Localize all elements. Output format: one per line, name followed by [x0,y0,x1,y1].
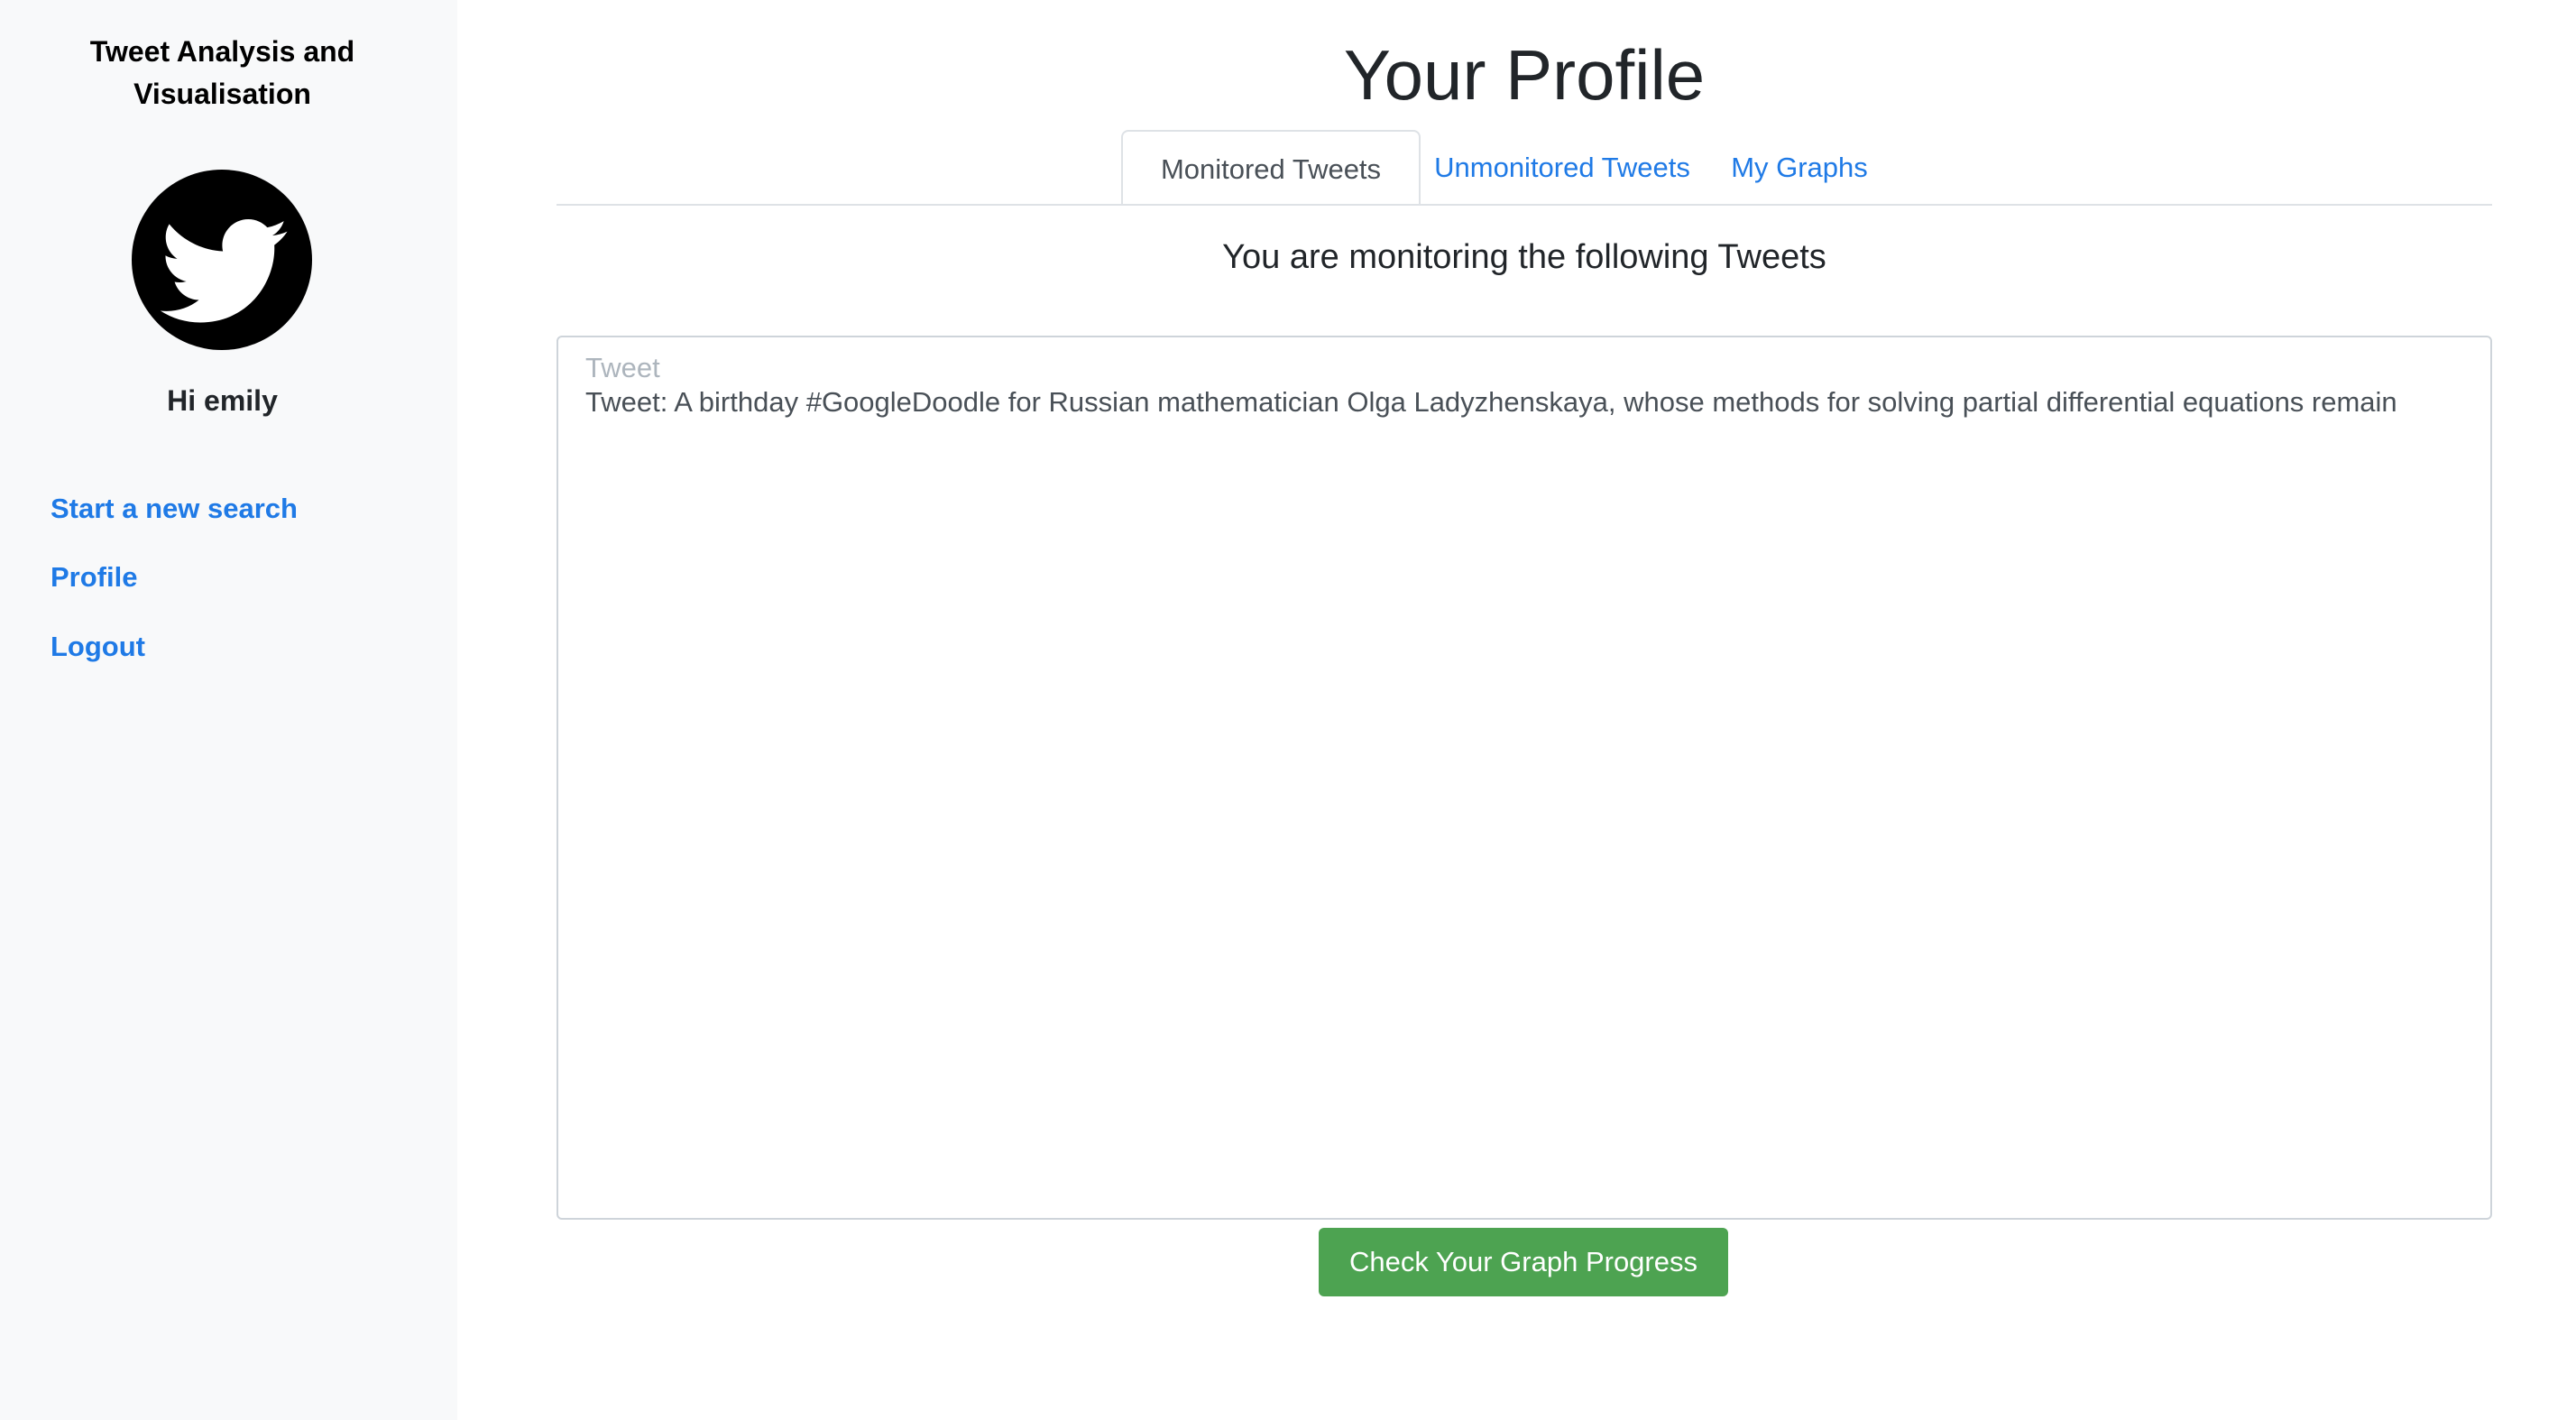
twitter-bird-icon [160,219,288,323]
main-content: Your Profile Monitored Tweets Unmonitore… [557,0,2492,1420]
check-graph-progress-button[interactable]: Check Your Graph Progress [1319,1228,1728,1296]
page-title: Your Profile [1343,35,1706,115]
sidebar: Tweet Analysis and Visualisation Hi emil… [0,0,457,1420]
tab-unmonitored-tweets[interactable]: Unmonitored Tweets [1421,130,1704,206]
monitoring-heading: You are monitoring the following Tweets [1222,238,1826,276]
tab-my-graphs[interactable]: My Graphs [1704,130,1895,206]
logout-link[interactable]: Logout [51,629,145,665]
monitored-tweets-list[interactable]: Tweet Tweet: A birthday #GoogleDoodle fo… [557,336,2492,1220]
tab-monitored-tweets[interactable]: Monitored Tweets [1121,130,1421,206]
profile-link[interactable]: Profile [51,559,137,595]
start-new-search-link[interactable]: Start a new search [51,491,298,527]
avatar [132,170,312,350]
app-title: Tweet Analysis and Visualisation [89,35,355,110]
user-greeting: Hi emily [167,384,278,417]
tweet-item[interactable]: Tweet: A birthday #GoogleDoodle for Russ… [585,384,2397,420]
tweet-list-label: Tweet [585,352,660,383]
tabs-divider [557,204,2492,206]
